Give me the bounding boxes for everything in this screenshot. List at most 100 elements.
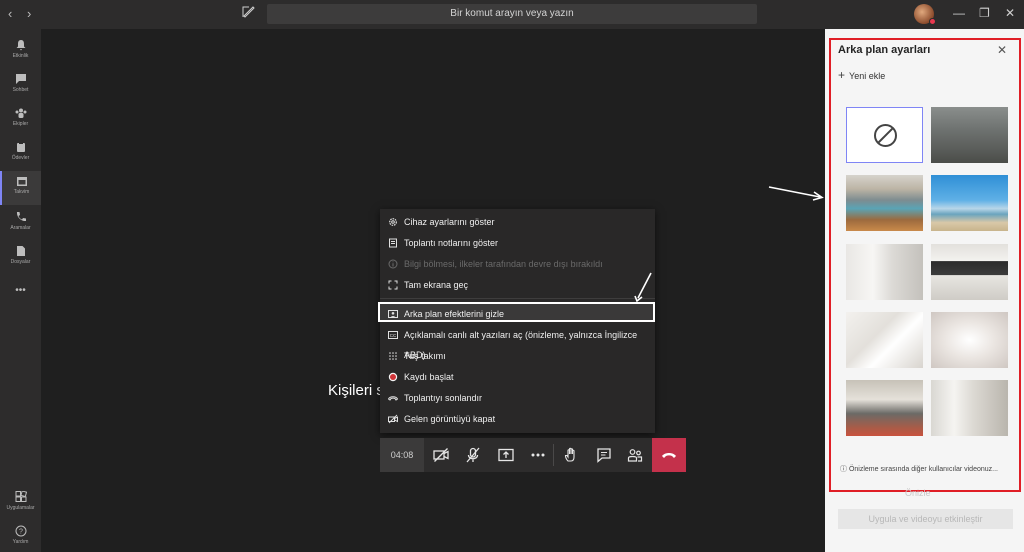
add-new-button[interactable]: + Yeni ekle — [838, 68, 885, 82]
controls-divider — [553, 444, 554, 466]
raise-hand-icon[interactable] — [563, 447, 579, 463]
background-option-blur[interactable] — [931, 107, 1008, 163]
minimize-button[interactable]: — — [953, 6, 965, 20]
rail-item-activity[interactable]: Etkinlik — [0, 35, 41, 69]
background-option-room-5[interactable] — [931, 380, 1008, 436]
menu-item-label: Bilgi bölmesi, ilkeler tarafından devre … — [404, 259, 603, 269]
calendar-icon — [16, 177, 27, 186]
menu-item-device-settings[interactable]: Cihaz ayarlarını göster — [380, 212, 655, 232]
app-rail: Etkinlik Sohbet Ekipler Ödevler Takvim A… — [0, 29, 41, 552]
camera-off-icon[interactable] — [433, 447, 449, 463]
menu-item-label: Toplantı notlarını göster — [404, 238, 499, 248]
rail-label: Uygulamalar — [6, 505, 35, 511]
rail-item-help[interactable]: ? Yardım — [0, 521, 41, 552]
rail-label: Yardım — [12, 539, 29, 545]
menu-item-keypad[interactable]: Tuş takımı — [380, 346, 655, 366]
rail-label: Takvim — [13, 189, 30, 195]
background-option-room-4[interactable] — [931, 312, 1008, 368]
close-window-button[interactable]: ✕ — [1005, 6, 1015, 20]
apply-and-turn-on-video-button[interactable]: Uygula ve videoyu etkinleştir — [838, 509, 1013, 529]
menu-item-label: Kaydı başlat — [404, 372, 454, 382]
background-option-office-2[interactable] — [846, 380, 923, 436]
rail-more-button[interactable]: ••• — [0, 281, 41, 315]
video-off-icon — [388, 414, 398, 424]
command-search-box[interactable]: Bir komut arayın veya yazın — [267, 4, 757, 24]
rail-label: Sohbet — [12, 87, 29, 93]
rail-item-files[interactable]: Dosyalar — [0, 241, 41, 275]
background-effects-icon — [388, 310, 398, 318]
record-icon — [388, 372, 398, 382]
background-option-room-3[interactable] — [846, 312, 923, 368]
info-icon: ⓘ — [840, 466, 849, 473]
rail-item-chat[interactable]: Sohbet — [0, 69, 41, 103]
menu-item-label: Tuş takımı — [404, 351, 446, 361]
gear-icon — [389, 218, 397, 226]
info-icon — [388, 259, 398, 269]
title-bar: ‹ › Bir komut arayın veya yazın — ❐ ✕ — [0, 0, 1024, 29]
preview-note: ⓘ Önizleme sırasında diğer kullanıcılar … — [840, 464, 1015, 474]
rail-item-teams[interactable]: Ekipler — [0, 103, 41, 137]
add-new-label: Yeni ekle — [849, 71, 886, 81]
restore-button[interactable]: ❐ — [979, 6, 990, 20]
menu-item-label: Tam ekrana geç — [404, 280, 469, 290]
menu-item-label: Cihaz ayarlarını göster — [404, 217, 495, 227]
teams-window: ‹ › Bir komut arayın veya yazın — ❐ ✕ Et… — [0, 0, 1024, 552]
svg-text:?: ? — [19, 529, 23, 536]
avatar[interactable] — [914, 4, 936, 25]
end-meeting-icon — [388, 396, 398, 401]
help-icon: ? — [15, 525, 26, 537]
rail-item-assignments[interactable]: Ödevler — [0, 137, 41, 171]
menu-item-start-recording[interactable]: Kaydı başlat — [380, 367, 655, 387]
mic-off-icon[interactable] — [465, 447, 481, 463]
menu-item-label: Arka plan efektlerini gizle — [404, 309, 505, 319]
rail-item-calendar[interactable]: Takvim — [0, 171, 41, 205]
back-arrow-icon[interactable]: ‹ — [8, 6, 12, 21]
menu-item-hide-background-effects[interactable]: Arka plan efektlerini gizle — [378, 302, 655, 322]
stage-message: Kişileri s — [328, 382, 384, 399]
hang-up-icon — [662, 453, 676, 458]
svg-text:CC: CC — [390, 333, 397, 338]
menu-item-label: Gelen görüntüyü kapat — [404, 414, 496, 424]
no-background-icon — [874, 124, 897, 147]
call-timer: 04:08 — [380, 438, 424, 472]
rail-item-calls[interactable]: Aramalar — [0, 207, 41, 241]
share-screen-icon[interactable] — [498, 447, 514, 463]
assignments-icon — [16, 142, 25, 152]
menu-item-label: Toplantıyı sonlandır — [404, 393, 483, 403]
background-option-beach[interactable] — [931, 175, 1008, 231]
menu-item-live-captions[interactable]: CC Açıklamalı canlı alt yazıları aç (öni… — [380, 325, 655, 360]
more-actions-icon[interactable] — [530, 447, 546, 463]
menu-item-fullscreen[interactable]: Tam ekrana geç — [380, 275, 655, 295]
rail-item-apps[interactable]: Uygulamalar — [0, 487, 41, 521]
menu-item-info-pane: Bilgi bölmesi, ilkeler tarafından devre … — [380, 254, 655, 274]
preview-button[interactable]: Önizle — [905, 488, 931, 498]
status-dot-icon — [929, 18, 936, 25]
participants-icon[interactable] — [627, 447, 643, 463]
forward-arrow-icon[interactable]: › — [27, 6, 31, 21]
background-option-office-1[interactable] — [846, 175, 923, 231]
teams-icon — [15, 108, 26, 118]
menu-item-meeting-notes[interactable]: Toplantı notlarını göster — [380, 233, 655, 253]
captions-icon: CC — [388, 331, 398, 339]
menu-item-turn-off-incoming-video[interactable]: Gelen görüntüyü kapat — [380, 409, 655, 429]
bell-icon — [16, 40, 25, 51]
rail-label: Etkinlik — [12, 53, 29, 59]
phone-icon — [16, 212, 26, 222]
keypad-icon — [389, 352, 397, 360]
call-controls-bar: 04:08 — [380, 438, 686, 472]
chat-toggle-icon[interactable] — [596, 447, 612, 463]
hang-up-button[interactable] — [652, 438, 686, 472]
background-option-room-1[interactable] — [846, 244, 923, 300]
compose-icon[interactable] — [242, 5, 258, 21]
menu-item-end-meeting[interactable]: Toplantıyı sonlandır — [380, 388, 655, 408]
background-option-room-2[interactable] — [931, 244, 1008, 300]
panel-title: Arka plan ayarları — [838, 44, 931, 56]
rail-label: Ödevler — [11, 155, 30, 161]
chat-icon — [15, 74, 26, 84]
rail-label: Aramalar — [10, 225, 31, 231]
background-option-none[interactable] — [846, 107, 923, 163]
files-icon — [16, 246, 25, 256]
menu-separator — [380, 298, 655, 299]
plus-icon: + — [838, 68, 846, 82]
panel-close-button[interactable]: ✕ — [997, 43, 1007, 57]
